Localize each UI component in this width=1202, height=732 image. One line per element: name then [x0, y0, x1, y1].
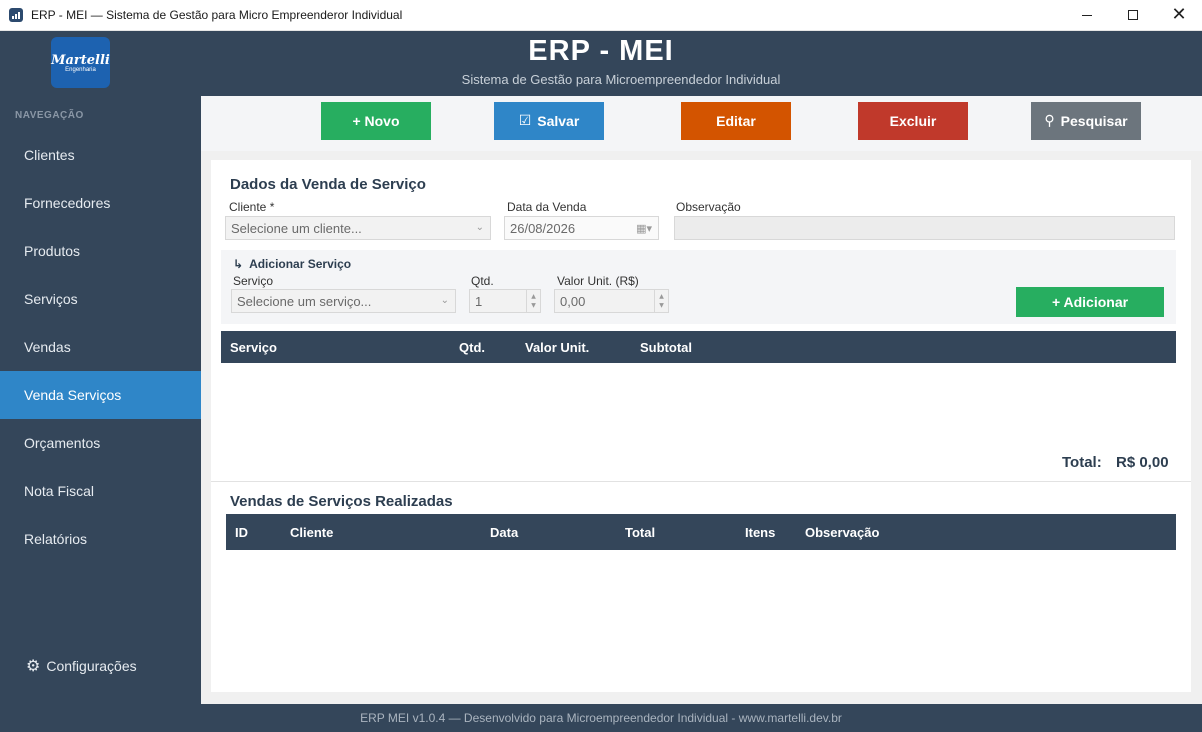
date-field[interactable]: 26/08/2026 ▦▾ [504, 216, 659, 240]
column-header-id[interactable]: ID [235, 525, 248, 540]
total-value: R$ 0,00 [1116, 454, 1169, 471]
search-button-label: Pesquisar [1060, 113, 1128, 129]
save-button-label: Salvar [537, 113, 580, 129]
edit-button[interactable]: Editar [681, 102, 791, 140]
edit-button-label: Editar [716, 113, 756, 129]
sales-table-header: ID Cliente Data Total Itens Observação [226, 514, 1176, 550]
sidebar-item-venda-servicos[interactable]: Venda Serviços [0, 371, 201, 419]
date-label: Data da Venda [507, 200, 587, 214]
save-button[interactable]: ☑ Salvar [494, 102, 604, 140]
sidebar: NAVEGAÇÃO Clientes Fornecedores Produtos… [0, 96, 201, 704]
notes-label: Observação [676, 200, 741, 214]
window-titlebar: ERP - MEI — Sistema de Gestão para Micro… [0, 0, 1202, 31]
add-service-title: ↳ Adicionar Serviço [233, 257, 351, 271]
spin-arrows-icon[interactable]: ▲ ▼ [654, 290, 668, 312]
app-title: ERP - MEI [528, 35, 674, 67]
sidebar-item-fornecedores[interactable]: Fornecedores [0, 179, 201, 227]
client-select[interactable]: Selecione um cliente... ⌄ [225, 216, 491, 240]
sidebar-item-clientes[interactable]: Clientes [0, 131, 201, 179]
spin-arrows-icon[interactable]: ▲ ▼ [526, 290, 540, 312]
add-service-title-text: Adicionar Serviço [249, 257, 352, 271]
maximize-icon [1128, 10, 1138, 20]
column-header-itens[interactable]: Itens [745, 525, 775, 540]
app-header: Martelli Engenharia ERP - MEI Sistema de… [0, 31, 1202, 96]
delete-button[interactable]: Excluir [858, 102, 968, 140]
column-header-valor-unit[interactable]: Valor Unit. [525, 340, 589, 355]
checkbox-icon: ☑ [518, 113, 532, 129]
search-button[interactable]: ⚲ Pesquisar [1031, 102, 1141, 140]
app-subtitle: Sistema de Gestão para Microempreendedor… [461, 72, 781, 87]
sidebar-item-produtos[interactable]: Produtos [0, 227, 201, 275]
service-select[interactable]: Selecione um serviço... ⌄ [231, 289, 456, 313]
qty-stepper[interactable]: 1 ▲ ▼ [469, 289, 541, 313]
window-title: ERP - MEI — Sistema de Gestão para Micro… [31, 8, 403, 22]
unit-price-label: Valor Unit. (R$) [557, 274, 639, 288]
service-select-value: Selecione um serviço... [237, 293, 372, 309]
sidebar-section-label: NAVEGAÇÃO [15, 110, 84, 121]
column-header-cliente[interactable]: Cliente [290, 525, 333, 540]
close-button[interactable]: ✕ [1156, 0, 1202, 31]
new-button[interactable]: + Novo [321, 102, 431, 140]
sales-section-title: Vendas de Serviços Realizadas [230, 493, 453, 510]
action-toolbar: + Novo ☑ Salvar Editar Excluir ⚲ Pesquisar [201, 96, 1202, 151]
delete-button-label: Excluir [889, 113, 937, 129]
column-header-observacao[interactable]: Observação [805, 525, 879, 540]
total-label: Total: [1062, 454, 1102, 471]
unit-price-stepper[interactable]: 0,00 ▲ ▼ [554, 289, 669, 313]
new-button-label: + Novo [352, 113, 400, 129]
sidebar-item-nota-fiscal[interactable]: Nota Fiscal [0, 467, 201, 515]
chevron-down-icon: ⌄ [440, 295, 449, 306]
service-sale-form-card: Dados da Venda de Serviço Cliente * Sele… [211, 160, 1191, 692]
sidebar-item-servicos[interactable]: Serviços [0, 275, 201, 323]
corner-arrow-icon: ↳ [233, 257, 244, 271]
client-label: Cliente * [229, 200, 275, 214]
column-header-subtotal[interactable]: Subtotal [640, 340, 692, 355]
unit-price-value: 0,00 [560, 293, 586, 309]
form-section-title: Dados da Venda de Serviço [230, 176, 426, 193]
sidebar-item-relatorios[interactable]: Relatórios [0, 515, 201, 563]
close-icon: ✕ [1171, 4, 1187, 25]
sidebar-item-vendas[interactable]: Vendas [0, 323, 201, 371]
chevron-down-icon: ⌄ [475, 222, 484, 233]
column-header-data[interactable]: Data [490, 525, 518, 540]
qty-value: 1 [475, 293, 483, 309]
app-footer: ERP MEI v1.0.4 — Desenvolvido para Micro… [0, 704, 1202, 732]
maximize-button[interactable] [1110, 0, 1156, 31]
add-service-button[interactable]: + Adicionar [1016, 287, 1164, 317]
app-icon [9, 8, 23, 22]
service-label: Serviço [233, 274, 274, 288]
column-header-servico[interactable]: Serviço [230, 340, 277, 355]
gear-icon: ⚙ [26, 656, 41, 675]
notes-input[interactable] [674, 216, 1175, 240]
minimize-icon [1082, 14, 1092, 16]
settings-label: Configurações [46, 657, 137, 674]
sidebar-item-orcamentos[interactable]: Orçamentos [0, 419, 201, 467]
settings-button[interactable]: ⚙ Configurações [26, 656, 137, 675]
search-icon: ⚲ [1044, 113, 1055, 129]
client-select-value: Selecione um cliente... [231, 220, 362, 236]
minimize-button[interactable] [1064, 0, 1110, 31]
qty-label: Qtd. [471, 274, 494, 288]
items-table-header: Serviço Qtd. Valor Unit. Subtotal [221, 331, 1176, 363]
column-header-qtd[interactable]: Qtd. [459, 340, 485, 355]
calendar-icon[interactable]: ▦▾ [636, 222, 652, 235]
section-divider [211, 481, 1191, 482]
add-service-panel: ↳ Adicionar Serviço Serviço Selecione um… [221, 250, 1176, 324]
column-header-total[interactable]: Total [625, 525, 655, 540]
date-value: 26/08/2026 [510, 220, 576, 236]
